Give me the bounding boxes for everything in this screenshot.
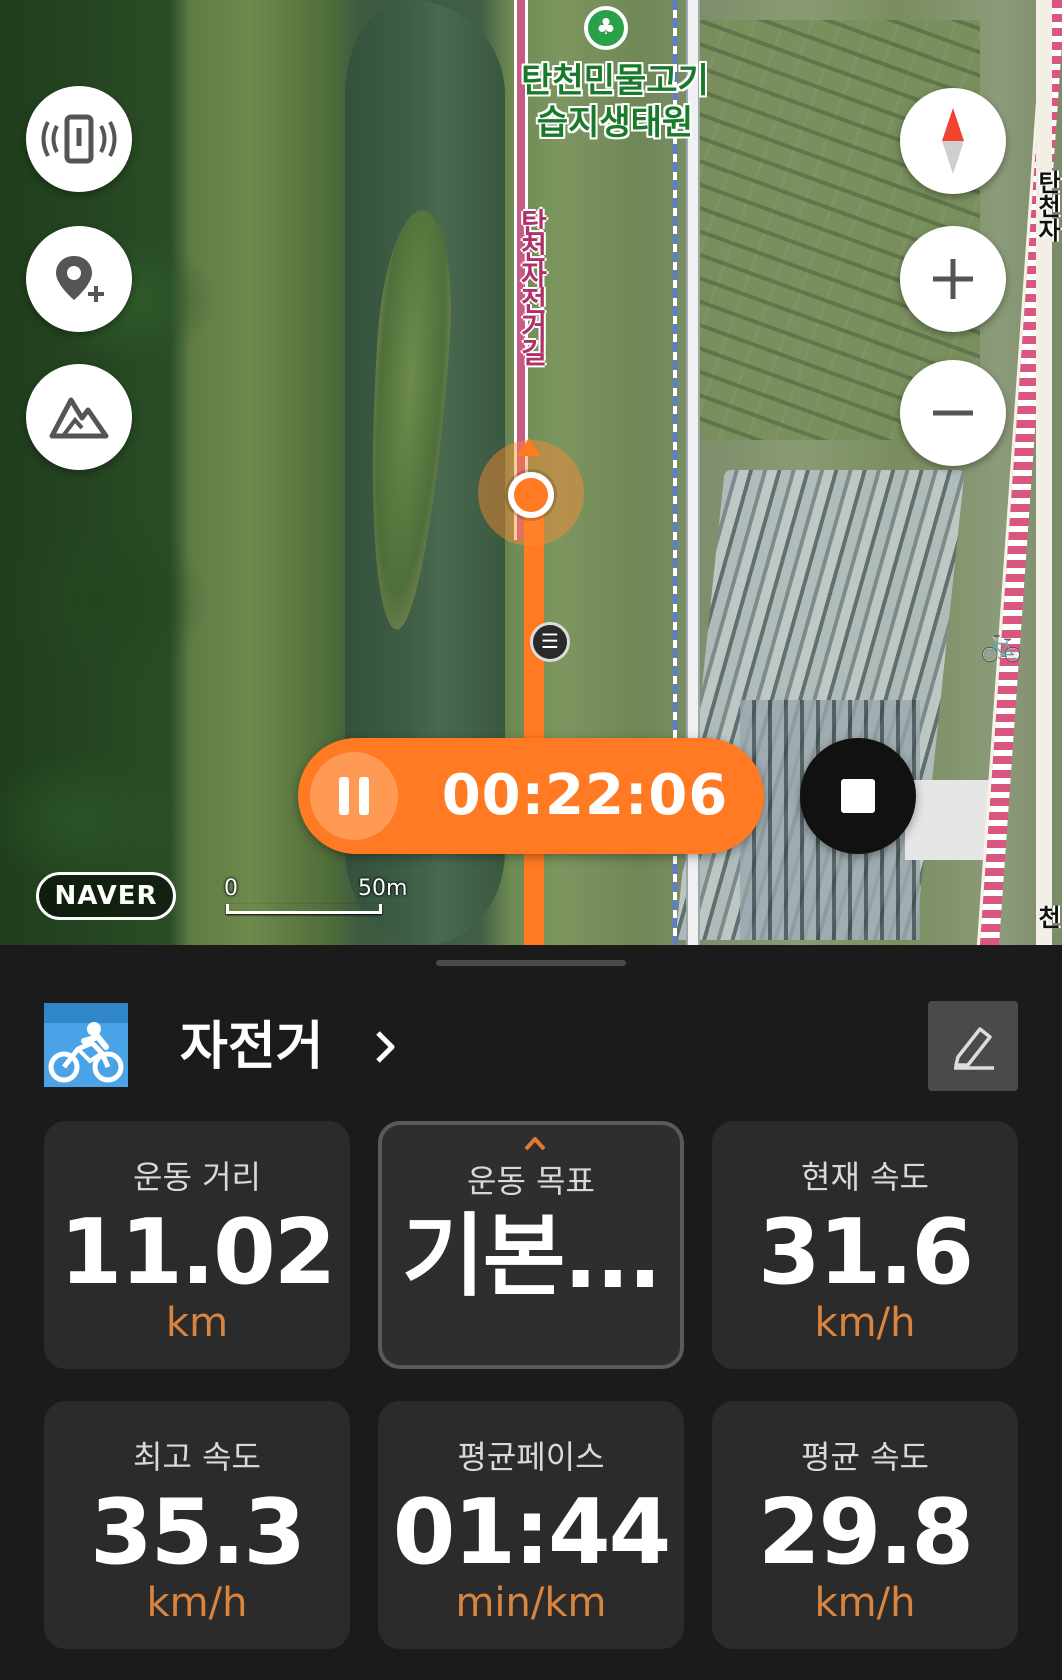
compass-button[interactable] — [900, 88, 1006, 194]
stat-card-current-speed[interactable]: 현재 속도 31.6 km/h — [712, 1121, 1018, 1369]
poi-park-icon[interactable]: ♣ — [584, 6, 628, 50]
zoom-out-button[interactable] — [900, 360, 1006, 466]
stat-card-max-speed[interactable]: 최고 속도 35.3 km/h — [44, 1401, 350, 1649]
stat-label: 평균페이스 — [457, 1438, 605, 1476]
stat-label: 운동 거리 — [133, 1158, 261, 1196]
stat-label: 현재 속도 — [801, 1158, 929, 1196]
stat-unit: km/h — [814, 1300, 916, 1346]
add-location-button[interactable] — [26, 226, 132, 332]
phone-vibrate-icon — [41, 114, 117, 164]
heading-arrow-icon — [517, 438, 541, 456]
stat-card-goal[interactable]: 운동 목표 기본... — [378, 1121, 684, 1369]
minus-icon — [933, 410, 973, 416]
stat-card-distance[interactable]: 운동 거리 11.02 km — [44, 1121, 350, 1369]
vibrate-button[interactable] — [26, 86, 132, 192]
mountain-icon — [49, 397, 109, 439]
stat-unit: km — [165, 1300, 229, 1346]
cycling-icon[interactable] — [44, 1003, 128, 1087]
compass-icon — [942, 108, 964, 174]
pencil-icon — [954, 1027, 994, 1070]
panel-drag-handle[interactable] — [436, 960, 626, 966]
stat-value: 29.8 — [757, 1480, 974, 1585]
stat-unit: min/km — [455, 1580, 607, 1626]
stat-unit: km/h — [814, 1580, 916, 1626]
pause-icon — [334, 777, 374, 815]
terrain-button[interactable] — [26, 364, 132, 470]
scale-end-label: 50m — [358, 876, 408, 901]
stat-value: 11.02 — [59, 1200, 337, 1305]
stop-icon — [841, 779, 875, 813]
scale-bar-line — [226, 904, 382, 914]
stat-value: 01:44 — [392, 1480, 671, 1585]
map-building — [905, 780, 995, 860]
poi-facility-icon[interactable]: ☰ — [530, 622, 570, 662]
stat-card-avg-pace[interactable]: 평균페이스 01:44 min/km — [378, 1401, 684, 1649]
stat-card-avg-speed[interactable]: 평균 속도 29.8 km/h — [712, 1401, 1018, 1649]
stat-unit: km/h — [146, 1580, 248, 1626]
road-label-right-bottom: 탄천 — [1033, 905, 1061, 929]
naver-logo: NAVER — [36, 872, 176, 920]
road-label: 탄천자전거길 — [516, 208, 549, 364]
stat-value: 31.6 — [757, 1200, 974, 1305]
stat-label: 평균 속도 — [801, 1438, 929, 1476]
map-scale-bar: 0 50m — [224, 876, 407, 916]
activity-type[interactable]: 자전거 — [180, 1015, 324, 1079]
workout-stats-panel: 자전거 운동 거리 11.02 km 운동 목표 기본... 현재 속도 31.… — [0, 945, 1062, 1680]
stat-label: 운동 목표 — [467, 1162, 595, 1200]
plus-icon — [933, 259, 973, 299]
route-line — [524, 500, 544, 945]
road-label-right-top: 탄천자 — [1033, 170, 1061, 242]
chevron-right-icon[interactable] — [368, 1015, 402, 1079]
poi-label[interactable]: 탄천민물고기 습지생태원 — [500, 60, 730, 144]
stop-button[interactable] — [800, 738, 916, 854]
stat-value: 기본... — [401, 1204, 662, 1309]
stat-value: 35.3 — [89, 1480, 306, 1585]
chevron-up-icon — [524, 1137, 546, 1151]
bike-marker-icon[interactable]: 🚲 — [980, 624, 1022, 664]
stat-label: 최고 속도 — [133, 1438, 261, 1476]
zoom-in-button[interactable] — [900, 226, 1006, 332]
elapsed-time: 00:22:06 — [441, 763, 729, 828]
current-location-marker — [508, 472, 554, 518]
map-road-right-shoulder — [1036, 0, 1052, 945]
pause-button[interactable] — [310, 752, 398, 840]
scale-start-label: 0 — [224, 876, 238, 901]
map-view[interactable]: ♣ 탄천민물고기 습지생태원 탄천자전거길 탄천자 탄천 ☰ 🚲 — [0, 0, 1062, 945]
add-location-icon — [56, 256, 104, 302]
edit-button[interactable] — [928, 1001, 1018, 1091]
